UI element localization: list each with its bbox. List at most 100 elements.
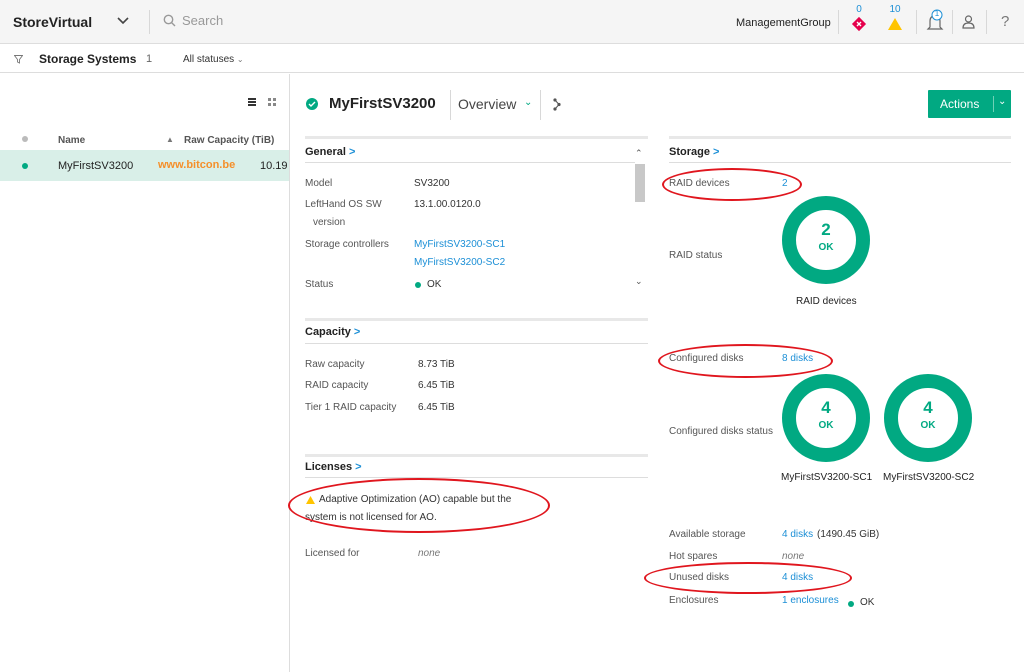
divider <box>540 90 541 120</box>
chevron-down-icon: ⌄ <box>998 96 1007 107</box>
warning-count: 10 <box>889 4 901 15</box>
configured-disks-status-label: Configured disks status <box>669 426 773 437</box>
raid-capacity-value: 6.45 TiB <box>418 380 455 391</box>
chevron-down-icon[interactable] <box>115 12 131 28</box>
section-rule <box>305 477 648 478</box>
actions-label: Actions <box>940 97 980 111</box>
licenses-title: Licenses <box>305 461 353 473</box>
disk-ring-count: 4 <box>923 398 933 417</box>
raid-ring-caption: RAID devices <box>796 296 857 307</box>
topology-icon[interactable] <box>553 98 561 111</box>
chevron-right-icon: > <box>353 326 361 338</box>
hot-spares-label: Hot spares <box>669 551 718 562</box>
list-view-icon[interactable] <box>248 98 256 106</box>
status-label: Status <box>305 279 334 290</box>
notifications-button[interactable]: 1 <box>926 8 944 35</box>
divider <box>986 10 987 34</box>
divider <box>450 90 451 120</box>
actions-button[interactable]: Actions ⌄ <box>928 90 1011 118</box>
search-icon <box>163 14 176 27</box>
scrollbar[interactable]: ⌃ ⌄ <box>634 148 646 296</box>
checkmark-icon <box>308 101 316 107</box>
disk-status-donut-sc1[interactable]: 4 OK <box>782 374 870 462</box>
search-placeholder: Search <box>182 13 224 28</box>
available-storage-link[interactable]: 4 disks <box>782 529 813 540</box>
column-header-name[interactable]: Name <box>58 135 85 146</box>
chevron-up-icon[interactable]: ⌃ <box>635 148 643 159</box>
filter-icon[interactable] <box>14 55 23 64</box>
divider <box>952 10 953 34</box>
raid-capacity-label: RAID capacity <box>305 380 369 391</box>
os-value: 13.1.00.0120.0 <box>414 199 481 210</box>
raid-status-label: RAID status <box>669 250 723 261</box>
critical-count: 0 <box>856 4 862 15</box>
status-ok-icon <box>415 282 421 288</box>
detail-pane: MyFirstSV3200 Overview ⌄ Actions ⌄ Gener… <box>288 74 1024 672</box>
disk-ring-status: OK <box>920 420 936 431</box>
notification-count: 1 <box>934 9 940 18</box>
warning-alerts[interactable]: 10 <box>885 4 905 35</box>
available-storage-label: Available storage <box>669 529 746 540</box>
annotation-ellipse <box>658 344 833 378</box>
section-rule <box>305 136 648 139</box>
critical-alerts[interactable]: 0 <box>849 4 869 35</box>
systems-count: 1 <box>146 53 153 65</box>
table-row[interactable]: MyFirstSV3200 www.bitcon.be 10.19 <box>0 150 289 181</box>
storage-systems-bar: Storage Systems 1 All statuses ⌄ <box>0 45 1024 73</box>
status-ok-icon <box>848 601 854 607</box>
warning-icon <box>888 18 902 30</box>
divider <box>149 10 150 34</box>
disk-ring-caption: MyFirstSV3200-SC2 <box>883 472 975 483</box>
licenses-section-title[interactable]: Licenses > <box>305 461 362 473</box>
os-label: LeftHand OS SW <box>305 199 382 210</box>
available-storage-size: (1490.45 GiB) <box>817 529 880 540</box>
os-label-2: version <box>313 217 346 228</box>
annotation-ellipse <box>644 562 852 594</box>
chevron-down-icon[interactable]: ⌄ <box>524 97 532 108</box>
app-brand[interactable]: StoreVirtual <box>13 14 92 30</box>
general-title: General <box>305 146 346 158</box>
annotation-ellipse <box>288 478 550 533</box>
system-title: MyFirstSV3200 <box>329 95 436 112</box>
raid-status-donut[interactable]: 2 OK <box>782 196 870 284</box>
licensed-for-value: none <box>418 548 441 559</box>
management-group-label[interactable]: ManagementGroup <box>736 17 831 29</box>
raw-capacity-label: Raw capacity <box>305 359 365 370</box>
status-ok-icon <box>22 163 28 169</box>
chevron-right-icon: > <box>355 461 362 473</box>
chevron-down-icon: ⌄ <box>236 55 244 64</box>
column-header-capacity[interactable]: Raw Capacity (TiB) <box>184 135 274 146</box>
general-section-title[interactable]: General > <box>305 146 355 158</box>
scrollbar-thumb[interactable] <box>635 164 645 202</box>
chevron-right-icon: > <box>712 146 720 158</box>
view-selector[interactable]: Overview <box>458 96 516 112</box>
grid-view-icon[interactable] <box>268 98 276 106</box>
section-rule <box>305 162 635 163</box>
model-value: SV3200 <box>414 178 450 189</box>
enclosures-link[interactable]: 1 enclosures <box>782 595 839 606</box>
raw-capacity-value: 8.73 TiB <box>418 359 455 370</box>
user-icon[interactable] <box>962 15 975 29</box>
chevron-down-icon[interactable]: ⌄ <box>635 276 643 287</box>
storage-section-title[interactable]: Storage > <box>669 146 719 158</box>
sort-ascending-icon[interactable]: ▲ <box>166 135 174 144</box>
controllers-label: Storage controllers <box>305 239 389 250</box>
disk-status-donut-sc2[interactable]: 4 OK <box>884 374 972 462</box>
top-bar: StoreVirtual Search ManagementGroup 0 10… <box>0 0 1024 44</box>
section-rule <box>305 454 648 457</box>
status-filter-dropdown[interactable]: All statuses ⌄ <box>183 54 244 65</box>
section-rule <box>305 343 648 344</box>
status-column-icon[interactable] <box>22 136 28 142</box>
search-box[interactable]: Search <box>163 13 223 28</box>
licensed-for-label: Licensed for <box>305 548 360 559</box>
capacity-title: Capacity <box>305 326 351 338</box>
help-icon[interactable]: ? <box>1001 13 1009 30</box>
watermark-text: www.bitcon.be <box>158 159 236 171</box>
status-filter-label: All statuses <box>183 54 235 65</box>
disk-ring-count: 4 <box>821 398 831 417</box>
model-label: Model <box>305 178 333 189</box>
divider <box>838 10 839 34</box>
capacity-section-title[interactable]: Capacity > <box>305 326 360 338</box>
controller-link-1[interactable]: MyFirstSV3200-SC1 <box>414 239 505 250</box>
controller-link-2[interactable]: MyFirstSV3200-SC2 <box>414 257 505 268</box>
